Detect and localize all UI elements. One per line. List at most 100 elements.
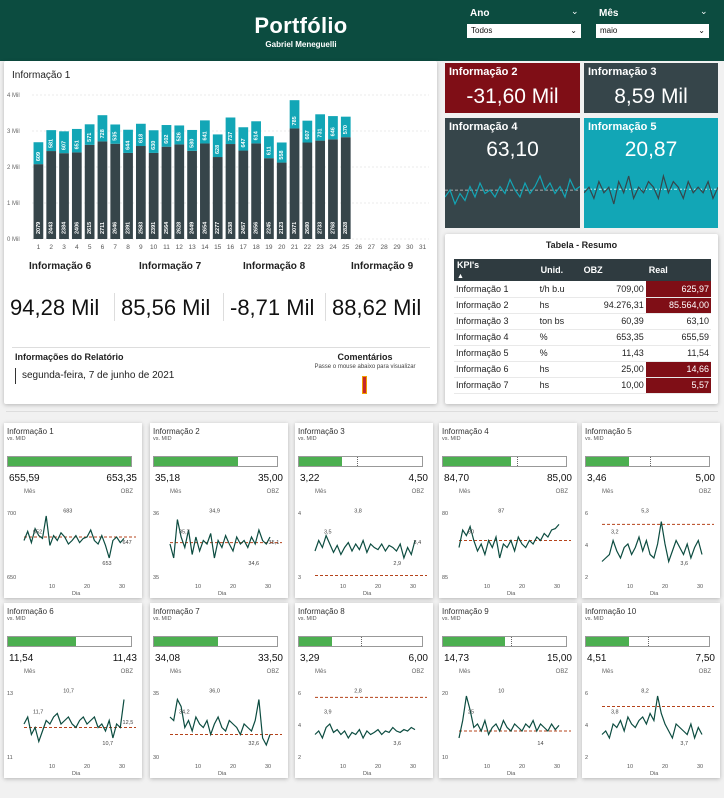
x-tick-label: 15 (214, 244, 222, 251)
mini-target-marker (649, 457, 651, 466)
table-title: Tabela - Resumo (545, 240, 618, 250)
ano-label: Ano (470, 8, 490, 19)
mini-subtitle: vs. MID (298, 616, 317, 622)
mini-point-label: 5,3 (641, 509, 649, 515)
x-tick-label: 11 (163, 244, 170, 251)
bar-base-label: 2277 (215, 222, 221, 234)
bar-top-label: 580 (190, 139, 196, 148)
mini-x-tick: 10 (195, 584, 201, 590)
y-tick-label: 1 Mil (7, 201, 20, 207)
comments-alert-icon[interactable] (362, 376, 367, 394)
bar-base-label: 2654 (202, 221, 208, 234)
ano-chevron-icon[interactable]: ⌄ (571, 6, 579, 17)
kpi-label-6: Informação 6 (29, 261, 92, 272)
stacked-bar-chart: 0 Mil1 Mil2 Mil3 Mil4 Mil120796092244358… (7, 93, 429, 251)
col-header-kpi[interactable]: KPI's ▲ (454, 259, 538, 281)
mes-chevron-icon[interactable]: ⌄ (700, 6, 708, 17)
mini-subtitle: vs. MID (442, 616, 461, 622)
bar-base-label: 2733 (318, 222, 324, 234)
mini-x-tick: 30 (410, 764, 416, 770)
mini-point-label: 3,6 (393, 741, 401, 747)
mini-point-label: 12,5 (123, 720, 134, 726)
mini-line-chart: 36 35 35,7 34,9 34,6 35,1 10 20 30 Dia (153, 509, 282, 597)
card-label: Informação 4 (449, 121, 518, 133)
bar-base-label: 2443 (49, 222, 55, 234)
mes-select[interactable]: maio ⌄ (596, 24, 709, 38)
mini-point-label: 10,7 (63, 689, 74, 695)
mini-progress-bar (298, 636, 423, 647)
mini-series-line (601, 521, 703, 564)
mini-value-obz: 15,00 (546, 653, 572, 664)
mes-value: maio (600, 26, 618, 35)
mini-card: Informação 6 vs. MID 11,54 11,43 Mês OBZ 13 11 1… (4, 603, 142, 778)
mini-x-label: Dia (218, 591, 227, 597)
mini-x-tick: 30 (697, 764, 703, 770)
mini-value-obz: 5,00 (695, 473, 715, 484)
sort-up-icon: ▲ (457, 273, 464, 280)
col-header-real[interactable]: Real (645, 259, 711, 281)
mini-progress-fill (299, 457, 343, 466)
mini-label-obz: OBZ (120, 489, 133, 495)
mini-subtitle: vs. MID (153, 616, 172, 622)
mini-point-label: 14 (537, 741, 543, 747)
mini-progress-bar (153, 456, 278, 467)
mini-y-tick: 4 (298, 723, 301, 729)
mini-y-tick: 13 (7, 691, 13, 697)
x-tick-label: 28 (381, 244, 389, 251)
mini-progress-bar (442, 636, 567, 647)
mini-value-mes: 11,54 (9, 653, 34, 664)
kpi-divider (325, 293, 326, 321)
ano-select[interactable]: Todos ⌄ (467, 24, 581, 38)
x-tick-label: 31 (419, 244, 427, 251)
mini-label-obz: OBZ (411, 489, 424, 495)
mini-progress-fill (443, 457, 511, 466)
mini-card: Informação 4 vs. MID 84,70 85,00 Mês OBZ 80 85 8… (439, 423, 577, 598)
mini-line-chart: 80 85 80 87 10 20 30 Dia (442, 509, 571, 597)
mini-subtitle: vs. MID (298, 436, 317, 442)
mini-y-tick: 35 (153, 691, 159, 697)
mini-title: Informação 10 (585, 607, 637, 616)
cell-obz: 11,43 (580, 345, 646, 362)
mini-subtitle: vs. MID (585, 616, 604, 622)
mini-label-obz: OBZ (266, 669, 279, 675)
mini-point-label: 652 (33, 530, 42, 536)
mini-series-line (169, 697, 271, 747)
mini-series-line (458, 695, 560, 739)
col-header-obz[interactable]: OBZ (580, 259, 646, 281)
bar-base-label: 2711 (100, 222, 106, 234)
bar-base-label: 2828 (343, 222, 349, 234)
report-divider (12, 347, 430, 348)
mini-y-tick: 6 (585, 511, 588, 517)
bar-base-label: 2638 (228, 222, 234, 234)
mini-x-label: Dia (507, 591, 516, 597)
mini-y-tick: 2 (585, 575, 588, 581)
x-tick-label: 22 (304, 244, 312, 251)
cell-real: 63,10 (645, 313, 711, 330)
section-divider (6, 411, 718, 412)
mini-progress-bar (585, 636, 710, 647)
bar-base-label: 2449 (190, 222, 196, 234)
mini-label-obz: OBZ (698, 489, 711, 495)
bar-top-label: 611 (266, 146, 272, 155)
y-tick-label: 2 Mil (7, 165, 20, 171)
col-header-unid[interactable]: Unid. (537, 259, 581, 281)
mini-point-label: 647 (123, 540, 132, 546)
cell-obz: 25,00 (580, 361, 646, 378)
bar-base-label: 3071 (292, 222, 298, 234)
kpi-divider (114, 293, 115, 321)
bar-base-label: 2656 (254, 222, 260, 234)
mini-x-tick: 20 (375, 764, 381, 770)
x-tick-label: 4 (75, 244, 79, 251)
mini-x-tick: 20 (230, 764, 236, 770)
mini-point-label: 34,9 (209, 509, 220, 515)
bar-base-label: 2564 (164, 221, 170, 234)
ano-value: Todos (471, 26, 493, 35)
mini-label-mes: Mês (602, 489, 614, 495)
mini-progress-bar (153, 636, 278, 647)
mini-label-mes: Mês (459, 669, 471, 675)
mini-label-mes: Mês (24, 669, 36, 675)
cell-real: 11,54 (645, 345, 711, 362)
x-tick-label: 10 (150, 244, 158, 251)
mini-card: Informação 2 vs. MID 35,18 35,00 Mês OBZ 36 35 3… (150, 423, 288, 598)
mini-point-label: 3,6 (680, 561, 688, 567)
